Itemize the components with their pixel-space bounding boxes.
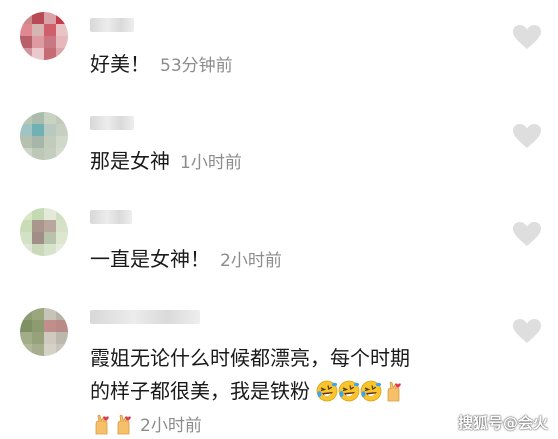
comment-text-line: 一直是女神！	[90, 247, 210, 271]
comment-meta: 2小时前	[90, 411, 202, 436]
comment-text: 那是女神 1小时前	[90, 148, 242, 176]
finger-heart-emoji	[95, 414, 109, 435]
username[interactable]	[90, 310, 200, 324]
rolling-laughing-emoji	[316, 380, 338, 402]
avatar-mosaic-tile	[56, 344, 68, 356]
comment-text-line: 霞姐无论什么时候都漂亮，每个时期	[90, 346, 410, 370]
comment-text-line: 的样子都很美，我是铁粉	[90, 379, 310, 403]
heart-icon[interactable]	[512, 24, 542, 50]
comment-text: 霞姐无论什么时候都漂亮，每个时期	[90, 345, 410, 371]
finger-heart-emoji	[387, 381, 402, 402]
avatar[interactable]	[20, 208, 68, 256]
username[interactable]	[90, 116, 134, 130]
comment-time: 2小时前	[140, 416, 202, 436]
finger-heart-emoji	[117, 414, 131, 435]
comment-text-line: 那是女神	[90, 149, 170, 173]
avatar-mosaic-tile	[56, 244, 68, 256]
comment-text: 一直是女神！ 2小时前	[90, 246, 282, 274]
comment-text: 的样子都很美，我是铁粉	[90, 378, 404, 404]
comment-text: 好美！ 53分钟前	[90, 51, 233, 79]
avatar-mosaic-tile	[56, 48, 68, 60]
avatar[interactable]	[20, 308, 68, 356]
username[interactable]	[90, 210, 132, 224]
rolling-laughing-emoji	[360, 380, 382, 402]
comment-text-line: 好美！	[90, 52, 150, 76]
heart-icon[interactable]	[512, 318, 542, 344]
username[interactable]	[90, 18, 134, 32]
comment-time: 1小时前	[180, 153, 242, 173]
comment-time: 53分钟前	[160, 56, 233, 76]
avatar[interactable]	[20, 12, 68, 60]
avatar-mosaic-tile	[56, 148, 68, 160]
heart-icon[interactable]	[512, 221, 542, 247]
rolling-laughing-emoji	[338, 380, 360, 402]
heart-icon[interactable]	[512, 123, 542, 149]
avatar[interactable]	[20, 112, 68, 160]
watermark: 搜狐号@会火	[457, 414, 548, 432]
comment-time: 2小时前	[220, 251, 282, 271]
